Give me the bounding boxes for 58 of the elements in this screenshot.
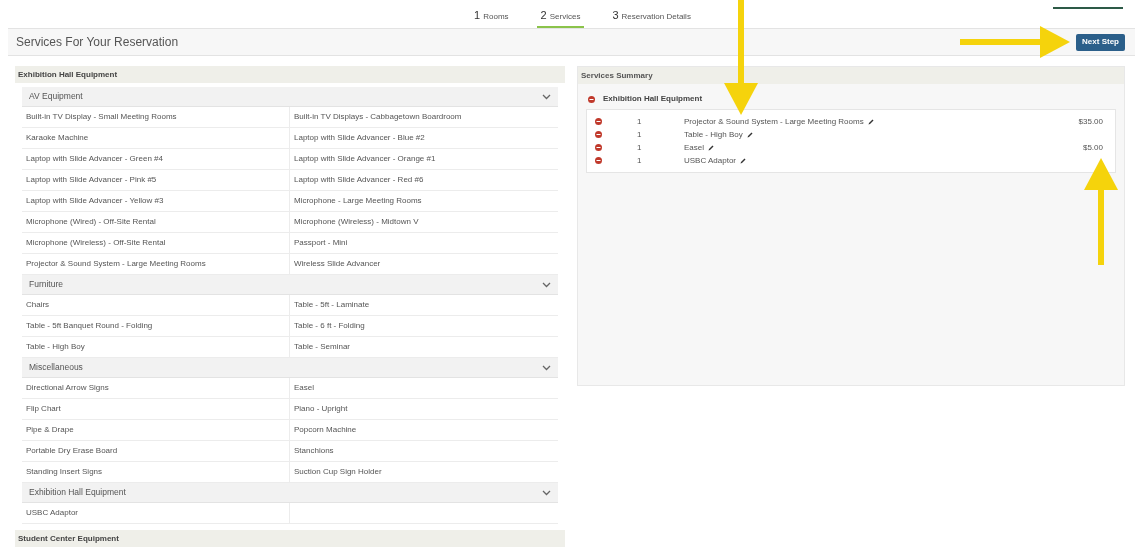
- service-item[interactable]: Popcorn Machine: [290, 420, 558, 441]
- group-title: Exhibition Hall Equipment: [603, 93, 703, 105]
- edit-icon[interactable]: [740, 157, 747, 164]
- edit-icon[interactable]: [708, 144, 714, 151]
- section-title[interactable]: Exhibition Hall Equipment: [15, 66, 565, 83]
- service-item[interactable]: Pipe & Drape: [22, 420, 290, 441]
- quantity: 1: [637, 155, 642, 165]
- service-item[interactable]: Microphone (Wireless) - Off-Site Rental: [22, 233, 290, 254]
- service-item[interactable]: Laptop with Slide Advancer - Blue #2: [290, 128, 558, 149]
- service-item[interactable]: Built-in TV Display - Small Meeting Rooms: [22, 107, 290, 128]
- step-tab[interactable]: 3 Reservation Details: [608, 6, 695, 28]
- service-item[interactable]: Laptop with Slide Advancer - Pink #5: [22, 170, 290, 191]
- service-name: Easel: [684, 141, 704, 154]
- service-item[interactable]: Built-in TV Displays - Cabbagetown Boardroom: [290, 107, 558, 128]
- section-title[interactable]: Student Center Equipment: [15, 530, 565, 547]
- quantity: 1: [637, 129, 642, 139]
- category-header[interactable]: Furniture: [22, 275, 558, 295]
- service-item[interactable]: Directional Arrow Signs: [22, 378, 290, 399]
- service-item[interactable]: Table - 5ft Banquet Round - Folding: [22, 316, 290, 337]
- next-step-button[interactable]: Next Step: [1076, 33, 1125, 51]
- service-item[interactable]: Table - 6 ft - Folding: [290, 316, 558, 337]
- service-item[interactable]: Portable Dry Erase Board: [22, 441, 290, 462]
- category-header[interactable]: Miscellaneous: [22, 358, 558, 378]
- edit-icon[interactable]: [746, 131, 753, 138]
- category-header[interactable]: Exhibition Hall Equipment: [22, 483, 558, 503]
- service-item[interactable]: Laptop with Slide Advancer - Red #6: [290, 170, 558, 191]
- service-name: USBC Adaptor: [684, 154, 737, 167]
- service-item[interactable]: Microphone (Wired) - Off-Site Rental: [22, 212, 290, 233]
- service-item[interactable]: Karaoke Machine: [22, 128, 290, 149]
- panel-title: Services Summary: [578, 67, 1124, 84]
- price: $35.00: [1078, 116, 1103, 126]
- service-item[interactable]: Microphone - Large Meeting Rooms: [290, 191, 558, 212]
- service-name: Table - High Boy: [684, 128, 743, 141]
- service-item[interactable]: Table - 5ft - Laminate: [290, 295, 558, 316]
- price: $5.00: [1082, 142, 1103, 152]
- remove-icon[interactable]: [595, 118, 602, 125]
- remove-icon[interactable]: [588, 95, 595, 103]
- edit-icon[interactable]: [867, 118, 874, 125]
- service-name: Projector & Sound System - Large Meeting Rooms: [684, 115, 864, 128]
- service-item[interactable]: Passport - Mini: [290, 233, 558, 254]
- service-item[interactable]: Laptop with Slide Advancer - Orange #1: [290, 149, 558, 170]
- remove-icon[interactable]: [595, 157, 602, 164]
- remove-icon[interactable]: [595, 131, 602, 138]
- service-item[interactable]: Easel: [290, 378, 558, 399]
- quantity: 1: [637, 116, 642, 126]
- service-item[interactable]: Chairs: [22, 295, 290, 316]
- page-title: Services For Your Reservation: [16, 34, 179, 51]
- service-item[interactable]: Piano - Upright: [290, 399, 558, 420]
- category-header[interactable]: AV Equipment: [22, 87, 558, 107]
- service-item[interactable]: Laptop with Slide Advancer - Yellow #3: [22, 191, 290, 212]
- remove-icon[interactable]: [595, 144, 602, 151]
- quantity: 1: [637, 142, 642, 152]
- step-tab[interactable]: 1 Rooms: [470, 6, 513, 28]
- service-item[interactable]: USBC Adaptor: [22, 503, 290, 524]
- service-item[interactable]: Flip Chart: [22, 399, 290, 420]
- service-item[interactable]: Laptop with Slide Advancer - Green #4: [22, 149, 290, 170]
- service-item[interactable]: Microphone (Wireless) - Midtown V: [290, 212, 558, 233]
- service-item[interactable]: Stanchions: [290, 441, 558, 462]
